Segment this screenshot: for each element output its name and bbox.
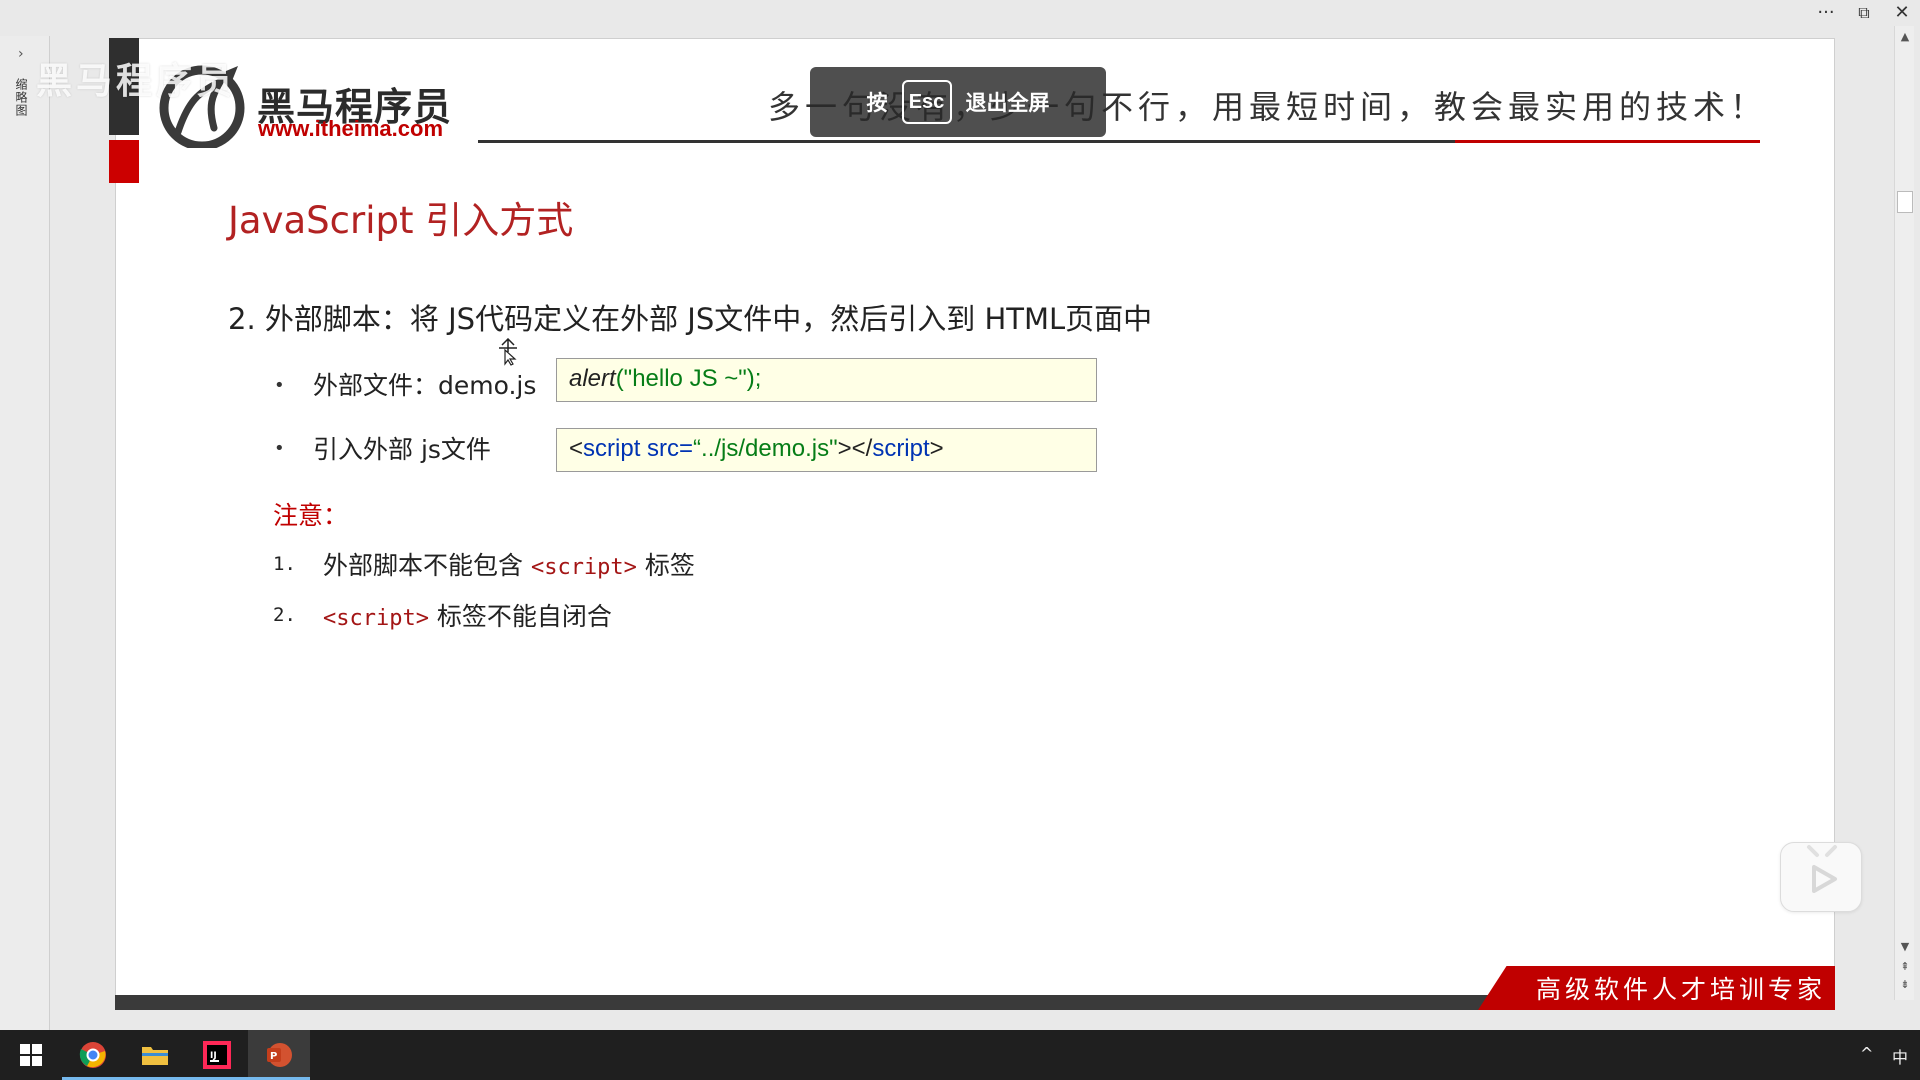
next-page-icon[interactable]: ⇟ <box>1895 978 1915 991</box>
tray-chevron-icon[interactable]: ^ <box>1860 1044 1873 1063</box>
code-value: “../js/demo.js" <box>693 435 838 462</box>
include-js-label: 引入外部 js文件 <box>313 435 491 464</box>
window-titlebar: ··· ⧉ ✕ <box>0 0 1920 36</box>
note-text-pre: 外部脚本不能包含 <box>323 551 531 580</box>
code-box-demo-js: alert("hello JS ~"); <box>556 358 1097 402</box>
slide-canvas <box>115 38 1835 1001</box>
windows-start-button[interactable] <box>0 1030 62 1080</box>
code-close-tag: script <box>872 435 930 462</box>
scroll-down-icon[interactable]: ▼ <box>1895 940 1915 953</box>
esc-hint-action: 退出全屏 <box>965 91 1050 115</box>
video-watermark: 黑马程序员 <box>36 61 237 102</box>
esc-hint-press: 按 <box>866 91 888 115</box>
slide-footer-banner-text: 高级软件人才培训专家 <box>1536 975 1827 1004</box>
scroll-up-icon[interactable]: ▲ <box>1895 30 1915 43</box>
taskbar-chrome[interactable] <box>62 1030 124 1080</box>
windows-logo-icon <box>20 1044 42 1066</box>
note-number: 2. <box>273 604 296 626</box>
code-mid: ></ <box>837 435 873 462</box>
header-divider-accent <box>1455 140 1760 143</box>
taskbar-file-explorer[interactable] <box>124 1030 186 1080</box>
esc-key-icon: Esc <box>901 80 952 124</box>
intellij-icon: IJ <box>203 1041 231 1069</box>
note-number: 1. <box>273 553 296 575</box>
note-text-post: 标签不能自闭合 <box>428 602 612 631</box>
note-code: <script> <box>323 606 429 631</box>
code-tag: script <box>583 435 641 462</box>
logo-url: www.itheima.com <box>258 116 444 141</box>
note-text-post: 标签 <box>636 551 695 580</box>
slide-title: JavaScript 引入方式 <box>228 199 574 242</box>
code-attr: src= <box>640 435 694 462</box>
folder-icon <box>142 1047 168 1065</box>
taskbar-powerpoint[interactable]: P <box>248 1030 310 1080</box>
taskbar-intellij[interactable]: IJ <box>186 1030 248 1080</box>
code-args: ("hello JS ~"); <box>615 365 762 392</box>
note-title: 注意： <box>273 501 349 530</box>
ime-indicator[interactable]: 中 <box>1892 1044 1908 1068</box>
chrome-icon <box>79 1042 106 1068</box>
code-gt: > <box>929 435 944 462</box>
code-box-script-tag: <script src=“../js/demo.js"></script> <box>556 428 1097 472</box>
thumbnail-panel-label[interactable]: 缩略图 <box>13 78 30 117</box>
close-icon[interactable]: ✕ <box>1888 2 1916 24</box>
bullet-icon: • <box>274 375 285 396</box>
bullet-icon: • <box>274 438 285 459</box>
scrollbar-thumb[interactable] <box>1897 191 1913 213</box>
expand-panel-icon[interactable]: › <box>18 46 24 62</box>
svg-text:IJ: IJ <box>210 1051 217 1061</box>
external-file-label: 外部文件：demo.js <box>313 371 537 400</box>
taskbar: IJ P ^ 中 <box>0 1030 1920 1080</box>
restore-icon[interactable]: ⧉ <box>1850 2 1878 24</box>
thumbnail-panel: › 缩略图 <box>0 36 50 1030</box>
prev-page-icon[interactable]: ⇞ <box>1895 960 1915 973</box>
code-lt: < <box>569 435 584 462</box>
play-icon <box>1807 845 1837 893</box>
note-code: <script> <box>530 555 637 580</box>
svg-text:P: P <box>270 1051 277 1062</box>
exit-fullscreen-hint: 按 Esc 退出全屏 <box>810 67 1106 137</box>
more-icon[interactable]: ··· <box>1812 2 1840 24</box>
powerpoint-icon: P <box>267 1043 292 1067</box>
video-play-button[interactable] <box>1780 842 1862 912</box>
note-item: <script> 标签不能自闭合 <box>323 597 612 633</box>
code-fn: alert <box>569 365 616 392</box>
move-cursor-icon <box>499 338 517 366</box>
slide-point: 2. 外部脚本：将 JS代码定义在外部 JS文件中，然后引入到 HTML页面中 <box>228 302 1153 336</box>
vertical-scrollbar[interactable]: ▲ ▼ ⇞ ⇟ <box>1894 26 1914 1000</box>
note-item: 外部脚本不能包含 <script> 标签 <box>323 546 695 582</box>
slide-decoration-red <box>109 140 139 183</box>
